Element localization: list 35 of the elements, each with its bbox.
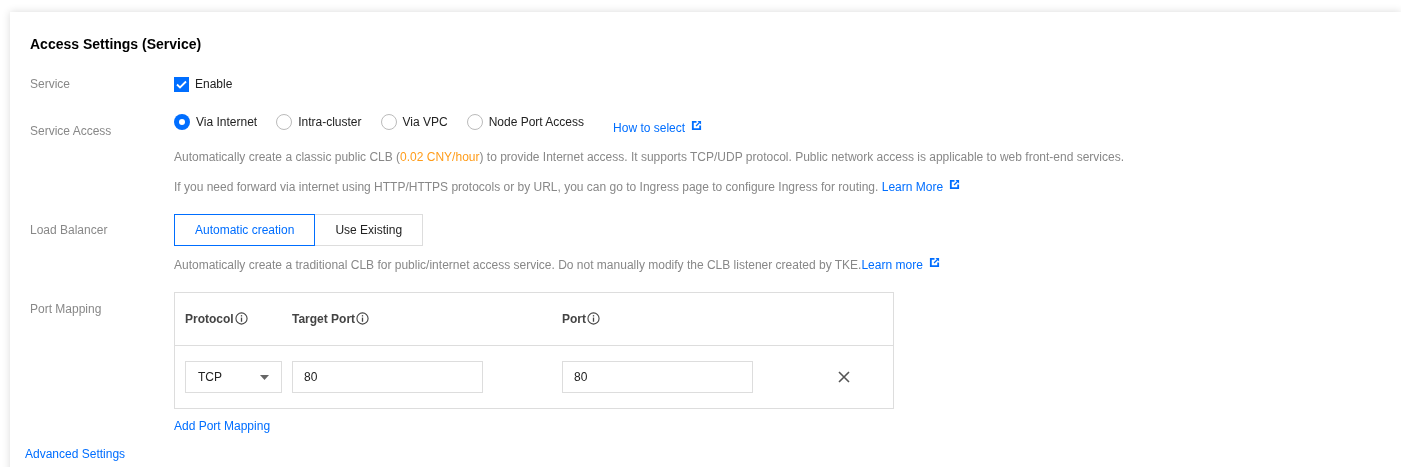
field-label: Service Access [30, 123, 113, 140]
service-access-description: Automatically create a classic public CLB (0.02 CNY/hour) to provide Internet access. It supports TCP/UDP protocol. Public network access is applicable to web front-end services. [174, 149, 1124, 166]
field-label: Port Mapping [30, 301, 103, 318]
external-link-icon [691, 120, 703, 131]
info-icon [356, 312, 370, 325]
info-icon [234, 312, 248, 325]
column-header: Target Port [292, 310, 562, 328]
radio-option[interactable]: Node Port Access [466, 113, 585, 131]
protocol-select[interactable]: TCP [185, 361, 282, 393]
how-to-select-link[interactable]: How to select [613, 119, 703, 137]
segment-tab[interactable]: Use Existing [314, 214, 424, 246]
radio-option[interactable]: Via VPC [380, 113, 448, 131]
close-icon[interactable] [838, 371, 850, 383]
learn-more-link[interactable]: Learn more [861, 258, 940, 272]
section-title: Access Settings (Service) [30, 35, 203, 54]
radio-option[interactable]: Intra-cluster [276, 113, 362, 131]
field-label: Service [30, 76, 71, 93]
ingress-note: If you need forward via internet using HTTP/HTTPS protocols or by URL, you can go to Ingress page to configure Ingress for routing. Learn More [174, 178, 1124, 196]
checkmark-icon [176, 79, 187, 89]
column-header: Port [562, 310, 762, 328]
external-link-icon [928, 257, 940, 268]
caret-down-icon [260, 374, 269, 380]
enable-checkbox[interactable]: Enable [174, 75, 233, 93]
field-label: Load Balancer [30, 222, 109, 239]
info-icon [587, 312, 600, 325]
radio-option[interactable]: Via Internet [174, 113, 258, 131]
segment-tab[interactable]: Automatic creation [174, 214, 316, 246]
external-link-icon [949, 179, 961, 190]
port-field[interactable]: 80 [562, 361, 753, 393]
column-header: Protocol [185, 310, 292, 328]
load-balancer-description: Automatically create a traditional CLB for public/internet access service. Do not manually modify the CLB listener created by TKE.Learn more [174, 256, 940, 274]
learn-more-link[interactable]: Learn More [881, 180, 961, 194]
target-port-field[interactable]: 80 [292, 361, 483, 393]
advanced-settings-link[interactable]: Advanced Settings [25, 445, 126, 463]
add-port-mapping-link[interactable]: Add Port Mapping [174, 417, 271, 435]
